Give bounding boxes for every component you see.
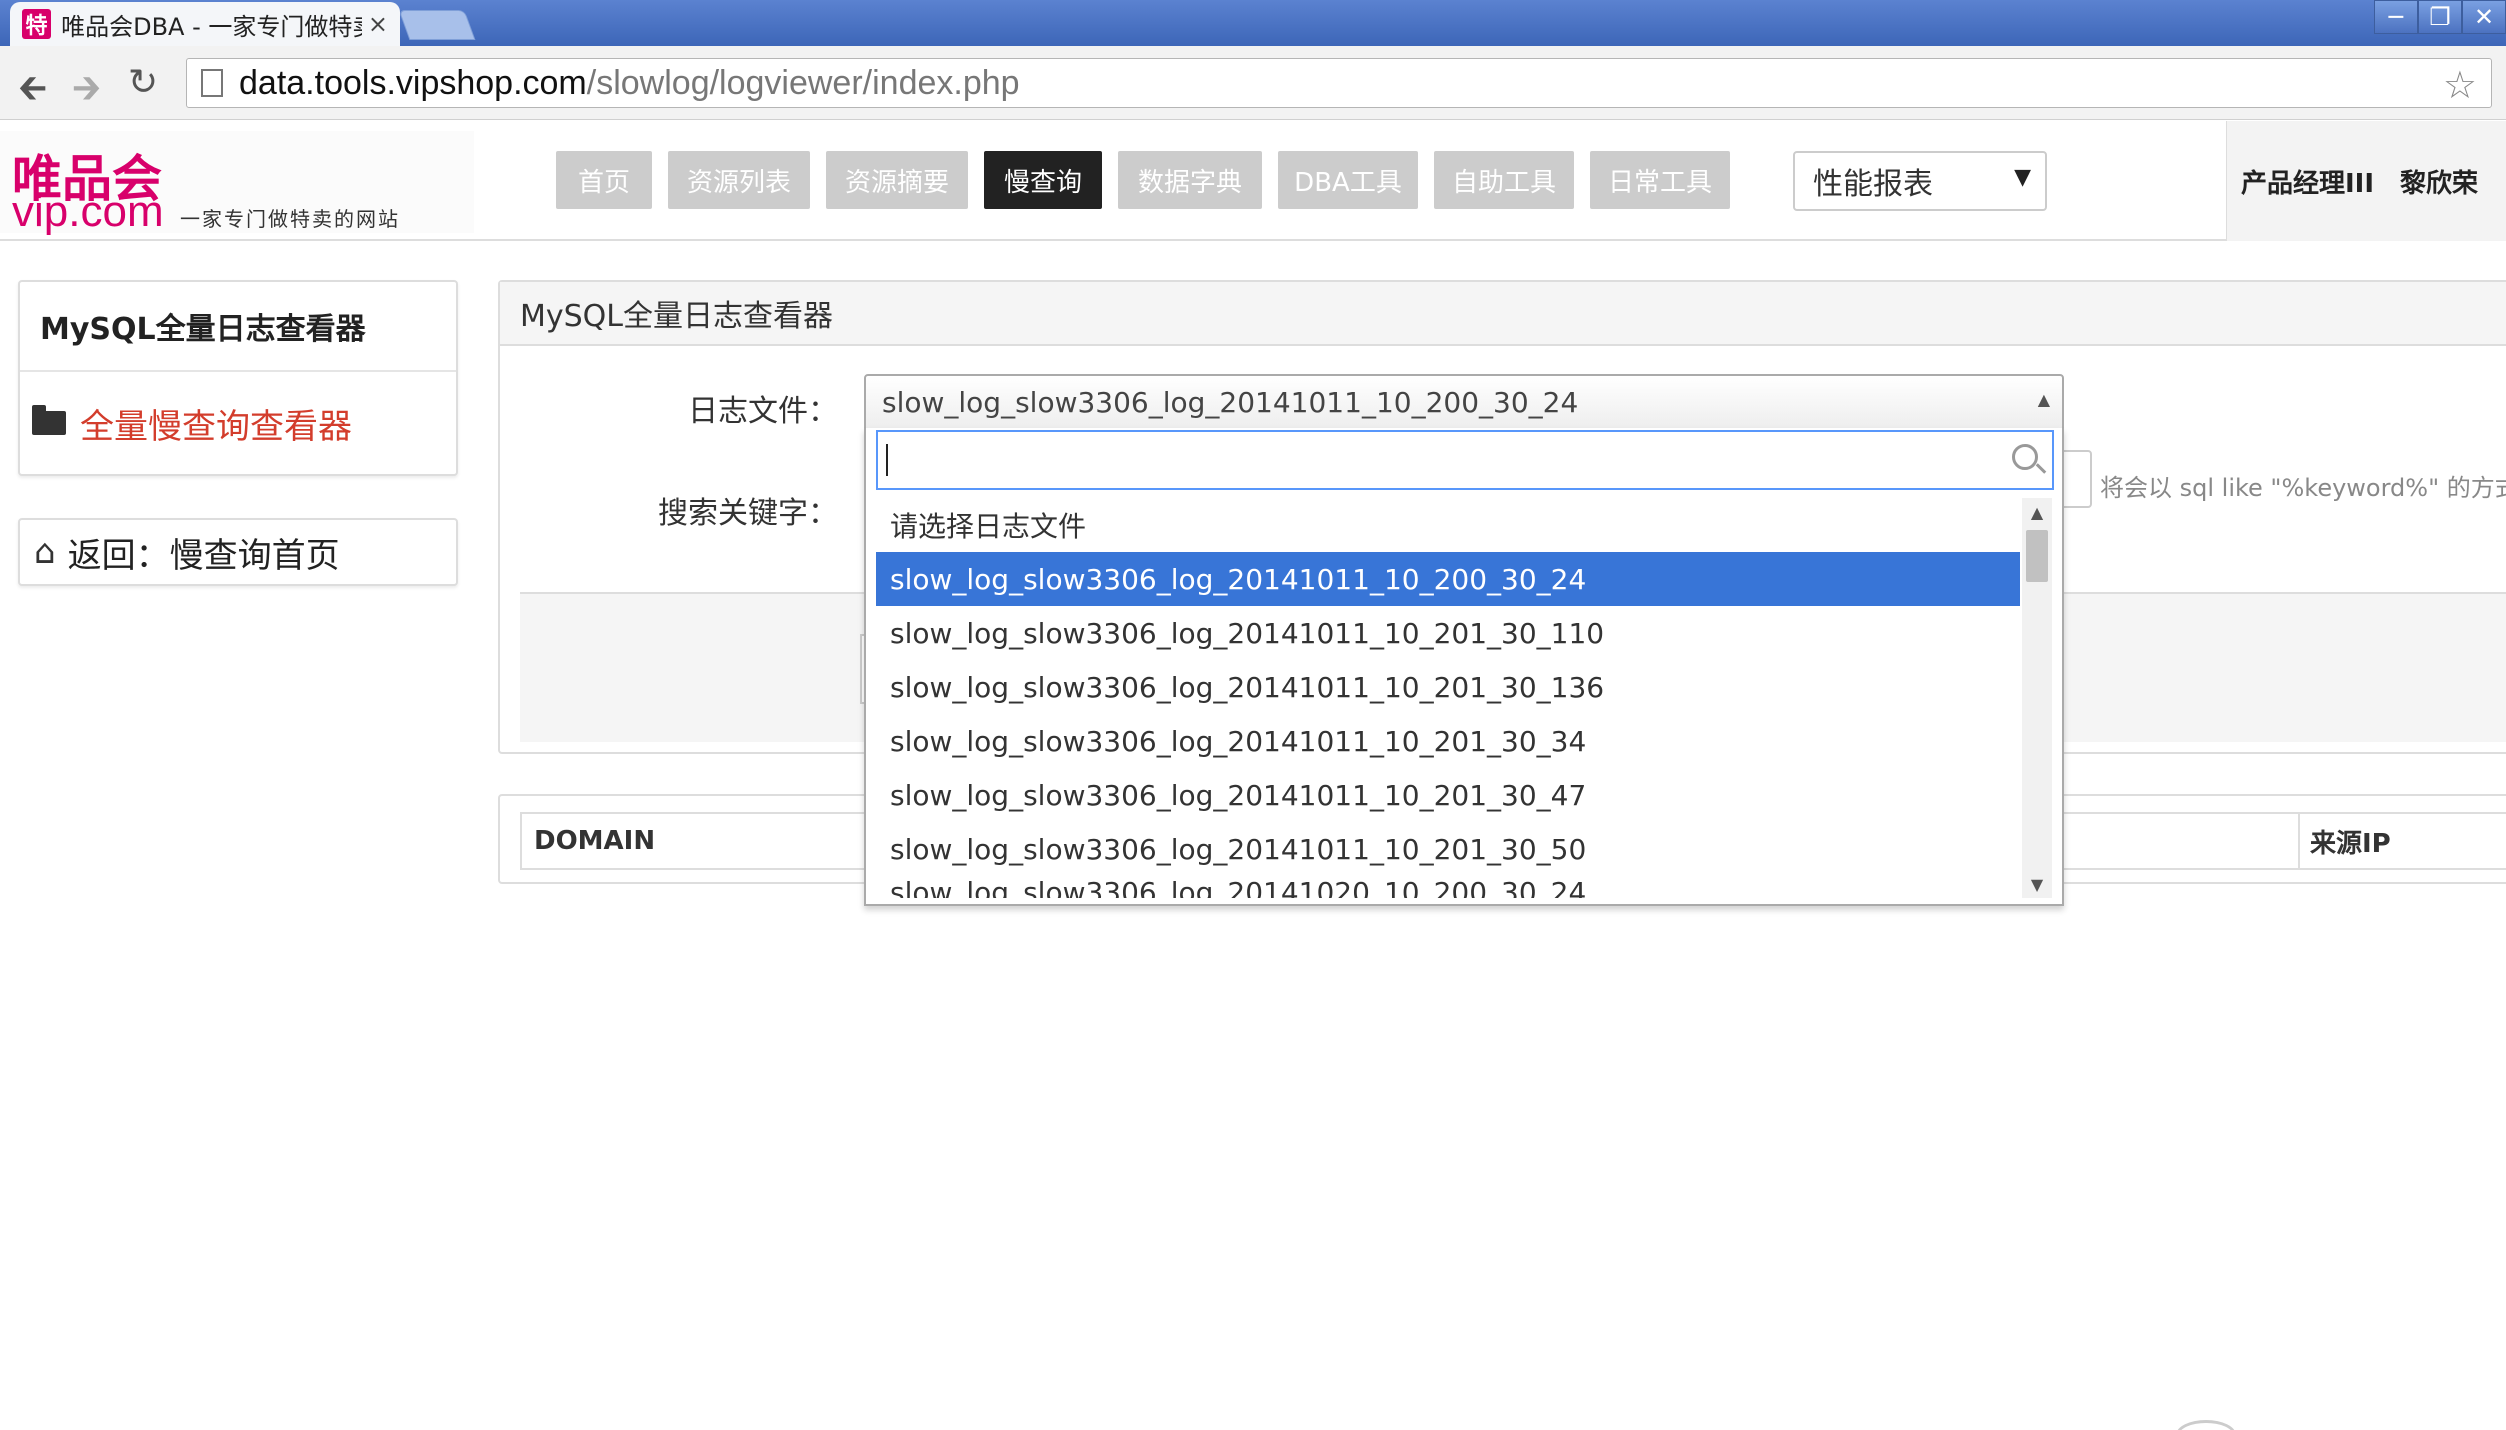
dropdown-option-partial[interactable]: slow_log_slow3306_log_20141020_10_200_30… <box>876 876 2020 898</box>
column-source-ip[interactable]: 来源IP <box>2298 814 2391 868</box>
nav-daily-tools[interactable]: 日常工具 <box>1590 151 1730 209</box>
performance-report-select[interactable]: 性能报表 ▼ <box>1793 151 2047 211</box>
caret-up-icon: ▲ <box>2037 390 2050 409</box>
dropdown-search-input[interactable] <box>876 430 2054 490</box>
page-icon <box>201 69 223 97</box>
user-role: 产品经理III <box>2241 168 2375 199</box>
panel-title: MySQL全量日志查看器 <box>500 282 2506 346</box>
scroll-thumb[interactable] <box>2026 530 2048 582</box>
nav-dba-tools[interactable]: DBA工具 <box>1278 151 1418 209</box>
nav-home[interactable]: 首页 <box>556 151 652 209</box>
nav-data-dictionary[interactable]: 数据字典 <box>1118 151 1262 209</box>
nav-resource-summary[interactable]: 资源摘要 <box>826 151 968 209</box>
minimize-icon[interactable]: ─ <box>2374 0 2418 34</box>
sidebar-card: MySQL全量日志查看器 全量慢查询查看器 <box>18 280 458 476</box>
dropdown-option[interactable]: slow_log_slow3306_log_20141011_10_201_30… <box>876 660 2020 714</box>
keyword-input[interactable] <box>2060 450 2092 508</box>
sidebar-item-label: 全量慢查询查看器 <box>80 406 352 447</box>
user-name[interactable]: 黎欣荣 <box>2400 163 2478 200</box>
home-icon: ⌂ <box>34 532 56 572</box>
logo-slogan: 一家专门做特卖的网站 <box>180 207 400 231</box>
favicon-icon: 特 <box>22 9 52 39</box>
tab-title: 唯品会DBA - 一家专门做特卖的网站 <box>61 12 362 41</box>
log-file-label: 日志文件： <box>688 394 838 429</box>
sidebar-title: MySQL全量日志查看器 <box>20 282 456 372</box>
nav-slow-query[interactable]: 慢查询 <box>984 151 1102 209</box>
log-file-dropdown: 请选择日志文件 slow_log_slow3306_log_20141011_1… <box>864 428 2064 906</box>
back-link-label: 返回：慢查询首页 <box>67 535 340 576</box>
site-logo[interactable]: 唯品会 vip.com 一家专门做特卖的网站 <box>0 131 474 236</box>
scroll-down-icon[interactable]: ▼ <box>2022 870 2052 898</box>
close-window-icon[interactable]: ✕ <box>2462 0 2506 34</box>
star-icon[interactable]: ☆ <box>2443 63 2477 107</box>
performance-report-label: 性能报表 <box>1813 167 1933 202</box>
keyword-label: 搜索关键字： <box>658 496 838 531</box>
tab-close-icon[interactable]: × <box>368 10 388 38</box>
browser-tab[interactable]: 特 唯品会DBA - 一家专门做特卖的网站 × <box>10 2 400 46</box>
dropdown-option[interactable]: 请选择日志文件 <box>876 498 2020 552</box>
back-icon[interactable]: 🡰 <box>18 62 47 123</box>
dropdown-option[interactable]: slow_log_slow3306_log_20141011_10_201_30… <box>876 714 2020 768</box>
url-host: data.tools.vipshop.com <box>239 63 587 102</box>
address-bar[interactable]: data.tools.vipshop.com/slowlog/logviewer… <box>186 58 2492 108</box>
back-link[interactable]: ⌂ 返回：慢查询首页 <box>18 518 458 586</box>
log-file-select[interactable]: slow_log_slow3306_log_20141011_10_200_30… <box>864 374 2064 430</box>
dropdown-results: 请选择日志文件 slow_log_slow3306_log_20141011_1… <box>876 498 2020 898</box>
sidebar-item-slow-query-viewer[interactable]: 全量慢查询查看器 <box>20 372 456 474</box>
browser-tabstrip: 特 唯品会DBA - 一家专门做特卖的网站 × ─ ❐ ✕ <box>0 0 2506 46</box>
restore-icon[interactable]: ❐ <box>2418 0 2462 34</box>
nav-self-service-tools[interactable]: 自助工具 <box>1434 151 1574 209</box>
main-nav: 首页 资源列表 资源摘要 慢查询 数据字典 DBA工具 自助工具 日常工具 <box>556 151 1746 209</box>
forward-icon[interactable]: 🡲 <box>72 62 101 123</box>
browser-toolbar: 🡰 🡲 ↻ data.tools.vipshop.com/slowlog/log… <box>0 46 2506 120</box>
reload-icon[interactable]: ↻ <box>128 62 158 103</box>
search-icon <box>2012 444 2038 470</box>
column-domain[interactable]: DOMAIN <box>522 826 655 856</box>
site-header: 唯品会 vip.com 一家专门做特卖的网站 首页 资源列表 资源摘要 慢查询 … <box>0 121 2506 241</box>
new-tab-button[interactable] <box>398 10 476 40</box>
window-controls: ─ ❐ ✕ <box>2374 0 2506 34</box>
dropdown-option[interactable]: slow_log_slow3306_log_20141011_10_201_30… <box>876 768 2020 822</box>
log-file-selected: slow_log_slow3306_log_20141011_10_200_30… <box>882 385 1579 419</box>
url-path: /slowlog/logviewer/index.php <box>586 63 1020 102</box>
dropdown-option[interactable]: slow_log_slow3306_log_20141011_10_201_30… <box>876 822 2020 876</box>
dropdown-option-highlighted[interactable]: slow_log_slow3306_log_20141011_10_200_30… <box>876 552 2020 606</box>
dropdown-scrollbar[interactable]: ▲ ▼ <box>2022 498 2052 898</box>
folder-open-icon <box>32 405 66 435</box>
keyword-hint: 将会以 sql like "%keyword%" 的方式 <box>2100 474 2506 502</box>
scroll-up-icon[interactable]: ▲ <box>2022 498 2052 526</box>
nav-resource-list[interactable]: 资源列表 <box>668 151 810 209</box>
caret-down-icon: ▼ <box>2014 165 2031 190</box>
logo-sub: vip.com <box>12 187 164 236</box>
floating-widget[interactable] <box>2176 1420 2236 1430</box>
text-cursor <box>886 444 888 476</box>
dropdown-option[interactable]: slow_log_slow3306_log_20141011_10_201_30… <box>876 606 2020 660</box>
user-info: 产品经理III 黎欣荣 <box>2226 121 2506 241</box>
